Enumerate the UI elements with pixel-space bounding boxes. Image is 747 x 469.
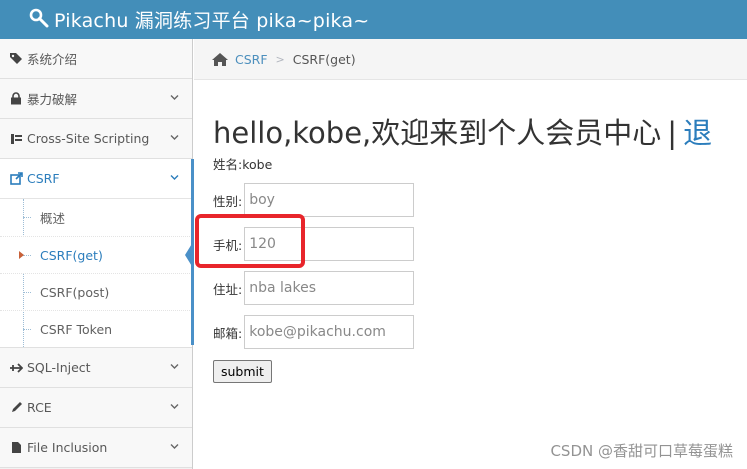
top-navbar: Pikachu 漏洞练习平台 pika~pika~ (0, 0, 747, 39)
address-input[interactable] (244, 271, 415, 305)
chevron-down-icon (170, 364, 179, 369)
share-icon (9, 172, 23, 186)
chevron-down-icon (170, 135, 179, 140)
address-row: 住址: (213, 271, 415, 305)
sidebar-item-label: RCE (27, 400, 52, 415)
pencil-icon (9, 401, 23, 415)
caret-right-icon (19, 251, 24, 259)
breadcrumb-link-csrf[interactable]: CSRF (235, 52, 268, 67)
email-row: 邮箱: (213, 315, 415, 349)
submenu-item-overview[interactable]: 概述 (0, 199, 192, 236)
email-input[interactable] (244, 315, 415, 349)
phone-row: 手机: (213, 227, 415, 261)
submenu-item-csrf-get[interactable]: CSRF(get) (0, 236, 192, 273)
sidebar-item-label: File Inclusion (27, 440, 108, 455)
sidebar-item-label: 暴力破解 (27, 92, 78, 107)
submenu-item-label: 概述 (40, 211, 66, 226)
sex-input[interactable] (244, 183, 415, 217)
sidebar-item-label: SQL-Inject (27, 360, 91, 375)
phone-input[interactable] (244, 227, 415, 261)
lock-icon (9, 92, 23, 106)
username-line: 姓名:kobe (213, 157, 273, 172)
sidebar-item-rce[interactable]: RCE (0, 388, 192, 428)
sidebar-item-bruteforce[interactable]: 暴力破解 (0, 79, 192, 119)
submenu-item-label: CSRF Token (40, 321, 113, 337)
sidebar-item-label: CSRF (27, 171, 60, 186)
chevron-down-icon (170, 404, 179, 409)
phone-label: 手机: (213, 237, 243, 253)
csrf-submenu: 概述 CSRF(get) CSRF(post) CSRF Token (0, 199, 192, 348)
watermark: CSDN @香甜可口草莓蛋糕 (550, 442, 733, 460)
submenu-item-csrf-post[interactable]: CSRF(post) (0, 273, 192, 310)
sex-row: 性别: (213, 183, 415, 217)
page-title: hello,kobe,欢迎来到个人会员中心 | 退 (213, 110, 712, 152)
sitemap-icon (9, 132, 23, 146)
plane-icon (9, 361, 23, 375)
main-content: hello,kobe,欢迎来到个人会员中心|退 姓名:kobe 性别: 手机: … (194, 80, 747, 469)
sidebar-item-csrf[interactable]: CSRF (0, 159, 192, 199)
chevron-down-icon (170, 175, 179, 180)
sidebar-item-intro[interactable]: 系统介绍 (0, 39, 192, 79)
logout-link[interactable]: 退 (683, 116, 712, 150)
submit-button[interactable]: submit (213, 360, 272, 383)
file-icon (9, 441, 23, 455)
sidebar: 系统介绍 暴力破解 Cross-Site Scripting CSRF 概述 C… (0, 39, 193, 469)
sidebar-item-xss[interactable]: Cross-Site Scripting (0, 119, 192, 159)
chevron-down-icon (170, 95, 179, 100)
chevron-down-icon (170, 444, 179, 449)
home-icon[interactable] (211, 52, 229, 67)
sex-label: 性别: (213, 193, 243, 209)
tag-icon (9, 52, 23, 66)
sidebar-item-label: 系统介绍 (27, 52, 78, 67)
submenu-item-csrf-token[interactable]: CSRF Token (0, 310, 192, 347)
sidebar-item-sqli[interactable]: SQL-Inject (0, 348, 192, 388)
title-separator: | (667, 116, 678, 150)
submenu-item-label: CSRF(post) (40, 284, 110, 300)
breadcrumb-current: CSRF(get) (292, 51, 356, 67)
breadcrumb-separator: > (275, 52, 285, 66)
submenu-item-label: CSRF(get) (40, 247, 103, 263)
email-label: 邮箱: (213, 325, 243, 341)
app-title[interactable]: Pikachu 漏洞练习平台 pika~pika~ (54, 6, 369, 33)
wrench-icon (29, 8, 49, 28)
sidebar-item-file-inclusion[interactable]: File Inclusion (0, 428, 192, 468)
address-label: 住址: (213, 281, 243, 297)
welcome-text: hello,kobe,欢迎来到个人会员中心 (213, 116, 662, 150)
breadcrumb: CSRF > CSRF(get) (194, 39, 747, 80)
sidebar-item-label: Cross-Site Scripting (27, 131, 150, 146)
